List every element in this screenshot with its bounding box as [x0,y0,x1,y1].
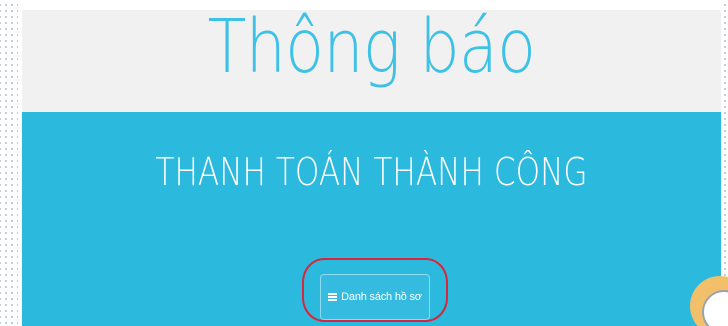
dotted-border-right [722,0,728,290]
list-icon [328,292,338,302]
application-list-button[interactable]: Danh sách hồ sơ [320,274,430,320]
application-list-label: Danh sách hồ sơ [341,291,422,303]
notice-body: THANH TOÁN THÀNH CÔNG Danh sách hồ sơ [22,112,721,326]
notice-panel: Thông báo THANH TOÁN THÀNH CÔNG Danh sác… [22,10,721,326]
notice-title: Thông báo [207,10,536,90]
screenshot-frame: Thông báo THANH TOÁN THÀNH CÔNG Danh sác… [0,0,728,326]
payment-success-message: THANH TOÁN THÀNH CÔNG [155,150,588,194]
notice-header: Thông báo [22,10,721,112]
dotted-border-left [0,0,18,326]
